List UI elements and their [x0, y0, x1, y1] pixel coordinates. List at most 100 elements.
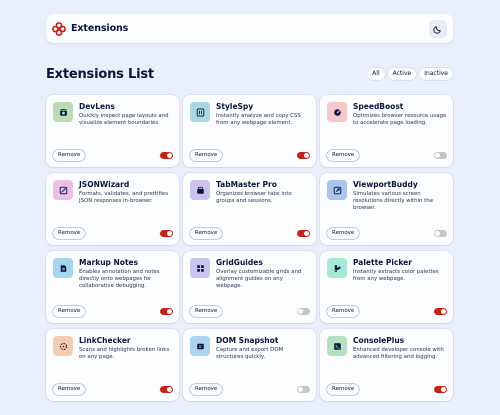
extension-card-footer: Remove — [327, 384, 447, 395]
extension-description: Enables annotation and notes directly on… — [79, 269, 160, 290]
extension-card-jsonwizard: JSONWizard Formats, validates, and pretti… — [46, 173, 179, 245]
extension-card-viewportbuddy: ViewportBuddy Simulates various screen re… — [320, 173, 453, 245]
toggle-knob — [441, 309, 446, 314]
jsonwizard-icon — [53, 180, 73, 200]
extension-description: Quickly inspect page layouts and visuali… — [79, 113, 169, 127]
remove-button[interactable]: Remove — [327, 150, 360, 161]
extension-description: Capture and export DOM structures quickl… — [216, 347, 284, 361]
extension-card-footer: Remove — [53, 384, 173, 395]
extensions-grid: DevLens Quickly inspect page layouts and … — [46, 95, 453, 401]
filter-all-button[interactable]: All — [367, 68, 385, 80]
extension-description: Formats, validates, and prettifies JSON … — [79, 191, 169, 205]
active-toggle[interactable] — [434, 308, 447, 315]
extension-card-header: ViewportBuddy Simulates various screen re… — [327, 179, 447, 213]
extension-info: GridGuides Overlay customizable grids and… — [216, 257, 310, 291]
extensions-logo-icon — [52, 21, 66, 36]
extension-card-speedboost: SpeedBoost Optimizes browser resource usa… — [320, 95, 453, 167]
remove-button[interactable]: Remove — [190, 384, 223, 395]
extension-name: SpeedBoost — [353, 102, 404, 111]
extension-card-footer: Remove — [327, 306, 447, 317]
active-toggle[interactable] — [297, 152, 310, 159]
extension-name: LinkChecker — [79, 336, 131, 345]
viewportbuddy-icon — [327, 180, 347, 200]
speedboost-icon — [327, 102, 347, 122]
remove-button[interactable]: Remove — [190, 306, 223, 317]
extension-card-header: JSONWizard Formats, validates, and pretti… — [53, 179, 173, 205]
extension-info: Markup Notes Enables annotation and notes… — [79, 257, 173, 291]
active-toggle[interactable] — [297, 308, 310, 315]
remove-button[interactable]: Remove — [190, 150, 223, 161]
tabmaster-icon — [190, 180, 210, 200]
active-toggle[interactable] — [297, 386, 310, 393]
toggle-knob — [298, 387, 303, 392]
remove-button[interactable]: Remove — [53, 306, 86, 317]
extension-card-header: ConsolePlus Enhanced developer console wi… — [327, 335, 447, 361]
remove-button[interactable]: Remove — [190, 228, 223, 239]
active-toggle[interactable] — [297, 230, 310, 237]
active-toggle[interactable] — [160, 230, 173, 237]
palette-picker-icon — [327, 258, 347, 278]
active-toggle[interactable] — [434, 386, 447, 393]
devlens-icon — [53, 102, 73, 122]
active-toggle[interactable] — [160, 308, 173, 315]
extension-name: DevLens — [79, 102, 115, 111]
remove-button[interactable]: Remove — [327, 228, 360, 239]
extension-card-footer: Remove — [327, 150, 447, 161]
consoleplus-icon — [327, 336, 347, 356]
toggle-knob — [304, 153, 309, 158]
markup-notes-icon — [53, 258, 73, 278]
extension-card-devlens: DevLens Quickly inspect page layouts and … — [46, 95, 179, 167]
extension-info: StyleSpy Instantly analyze and copy CSS f… — [216, 101, 310, 127]
remove-button[interactable]: Remove — [53, 150, 86, 161]
extension-description: Overlay customizable grids and alignment… — [216, 269, 302, 290]
extension-card-footer: Remove — [53, 306, 173, 317]
top-bar: Extensions — [46, 14, 453, 43]
extension-card-header: DOM Snapshot Capture and export DOM struc… — [190, 335, 310, 361]
remove-button[interactable]: Remove — [53, 228, 86, 239]
extension-name: DOM Snapshot — [216, 336, 279, 345]
active-toggle[interactable] — [160, 386, 173, 393]
extension-name: TabMaster Pro — [216, 180, 277, 189]
remove-button[interactable]: Remove — [53, 384, 86, 395]
extension-description: Instantly analyze and copy CSS from any … — [216, 113, 301, 127]
toggle-knob — [435, 231, 440, 236]
extension-card-footer: Remove — [190, 384, 310, 395]
extension-description: Optimizes browser resource usage to acce… — [353, 113, 447, 127]
extension-name: Markup Notes — [79, 258, 139, 267]
filter-active-button[interactable]: Active — [387, 68, 417, 80]
brand: Extensions — [52, 21, 129, 36]
extension-card-footer: Remove — [190, 150, 310, 161]
extension-info: LinkChecker Scans and highlights broken l… — [79, 335, 173, 361]
toggle-knob — [167, 309, 172, 314]
dom-snapshot-icon — [190, 336, 210, 356]
extension-info: ConsolePlus Enhanced developer console wi… — [353, 335, 447, 361]
extension-card-footer: Remove — [53, 150, 173, 161]
moon-icon — [433, 25, 441, 34]
active-toggle[interactable] — [434, 152, 447, 159]
filter-inactive-button[interactable]: Inactive — [419, 68, 453, 80]
active-toggle[interactable] — [160, 152, 173, 159]
toggle-knob — [167, 387, 172, 392]
extension-name: ConsolePlus — [353, 336, 405, 345]
extension-name: JSONWizard — [79, 180, 130, 189]
active-toggle[interactable] — [434, 230, 447, 237]
extension-card-palette-picker: Palette Picker Instantly extracts color p… — [320, 251, 453, 323]
remove-button[interactable]: Remove — [327, 306, 360, 317]
extension-info: DevLens Quickly inspect page layouts and … — [79, 101, 173, 127]
extension-card-header: StyleSpy Instantly analyze and copy CSS f… — [190, 101, 310, 127]
gridguides-icon — [190, 258, 210, 278]
extension-name: StyleSpy — [216, 102, 254, 111]
brand-name: Extensions — [71, 23, 129, 34]
extension-card-dom-snapshot: DOM Snapshot Capture and export DOM struc… — [183, 329, 316, 401]
toggle-knob — [435, 153, 440, 158]
toggle-knob — [167, 153, 172, 158]
extension-card-footer: Remove — [190, 306, 310, 317]
theme-toggle-button[interactable] — [429, 19, 447, 38]
page-title: Extensions List — [46, 66, 154, 82]
extension-card-tabmaster-pro: TabMaster Pro Organizes browser tabs into… — [183, 173, 316, 245]
extension-card-header: TabMaster Pro Organizes browser tabs into… — [190, 179, 310, 205]
extension-description: Organizes browser tabs into groups and s… — [216, 191, 292, 205]
remove-button[interactable]: Remove — [327, 384, 360, 395]
extension-name: GridGuides — [216, 258, 263, 267]
extension-info: SpeedBoost Optimizes browser resource usa… — [353, 101, 447, 127]
